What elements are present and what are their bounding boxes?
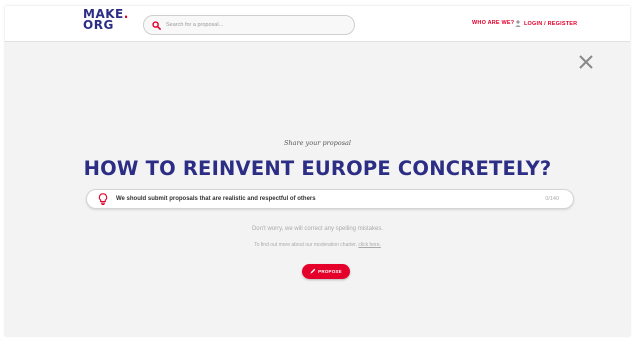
charter-link[interactable]: click here. bbox=[358, 242, 381, 248]
propose-button[interactable]: PROPOSE bbox=[302, 264, 350, 279]
logo-dot: . bbox=[123, 7, 129, 21]
character-counter: 0/140 bbox=[545, 196, 559, 202]
spelling-hint: Don't worry, we will correct any spellin… bbox=[251, 226, 384, 232]
search-bar[interactable] bbox=[143, 15, 355, 35]
moderation-charter-hint: To find out more about our moderation ch… bbox=[5, 242, 630, 248]
proposal-text[interactable]: We should submit proposals that are real… bbox=[116, 196, 545, 202]
share-your-proposal-label: Share your proposal bbox=[283, 139, 352, 147]
login-register-link[interactable]: LOGIN / REGISTER bbox=[515, 19, 577, 29]
lightbulb-icon bbox=[96, 192, 110, 206]
login-register-label: LOGIN / REGISTER bbox=[524, 21, 578, 27]
who-are-we-link[interactable]: WHO ARE WE? bbox=[472, 20, 514, 26]
question-title: HOW TO REINVENT EUROPE CONCRETELY? bbox=[83, 157, 552, 180]
top-header: MAKE. ORG WHO ARE WE? LOGIN / REGISTER bbox=[5, 6, 630, 42]
search-input[interactable] bbox=[166, 17, 336, 33]
pencil-icon bbox=[310, 268, 316, 275]
proposal-input[interactable]: We should submit proposals that are real… bbox=[86, 189, 574, 209]
propose-label: PROPOSE bbox=[318, 269, 342, 274]
user-icon bbox=[515, 19, 521, 29]
search-icon[interactable] bbox=[146, 16, 166, 34]
close-icon[interactable] bbox=[578, 54, 594, 70]
charter-prefix: To find out more about our moderation ch… bbox=[254, 242, 357, 248]
page-frame: MAKE. ORG WHO ARE WE? LOGIN / REGISTER bbox=[5, 6, 630, 336]
make-org-logo[interactable]: MAKE. ORG bbox=[83, 7, 131, 39]
logo-line2: ORG bbox=[83, 18, 114, 32]
